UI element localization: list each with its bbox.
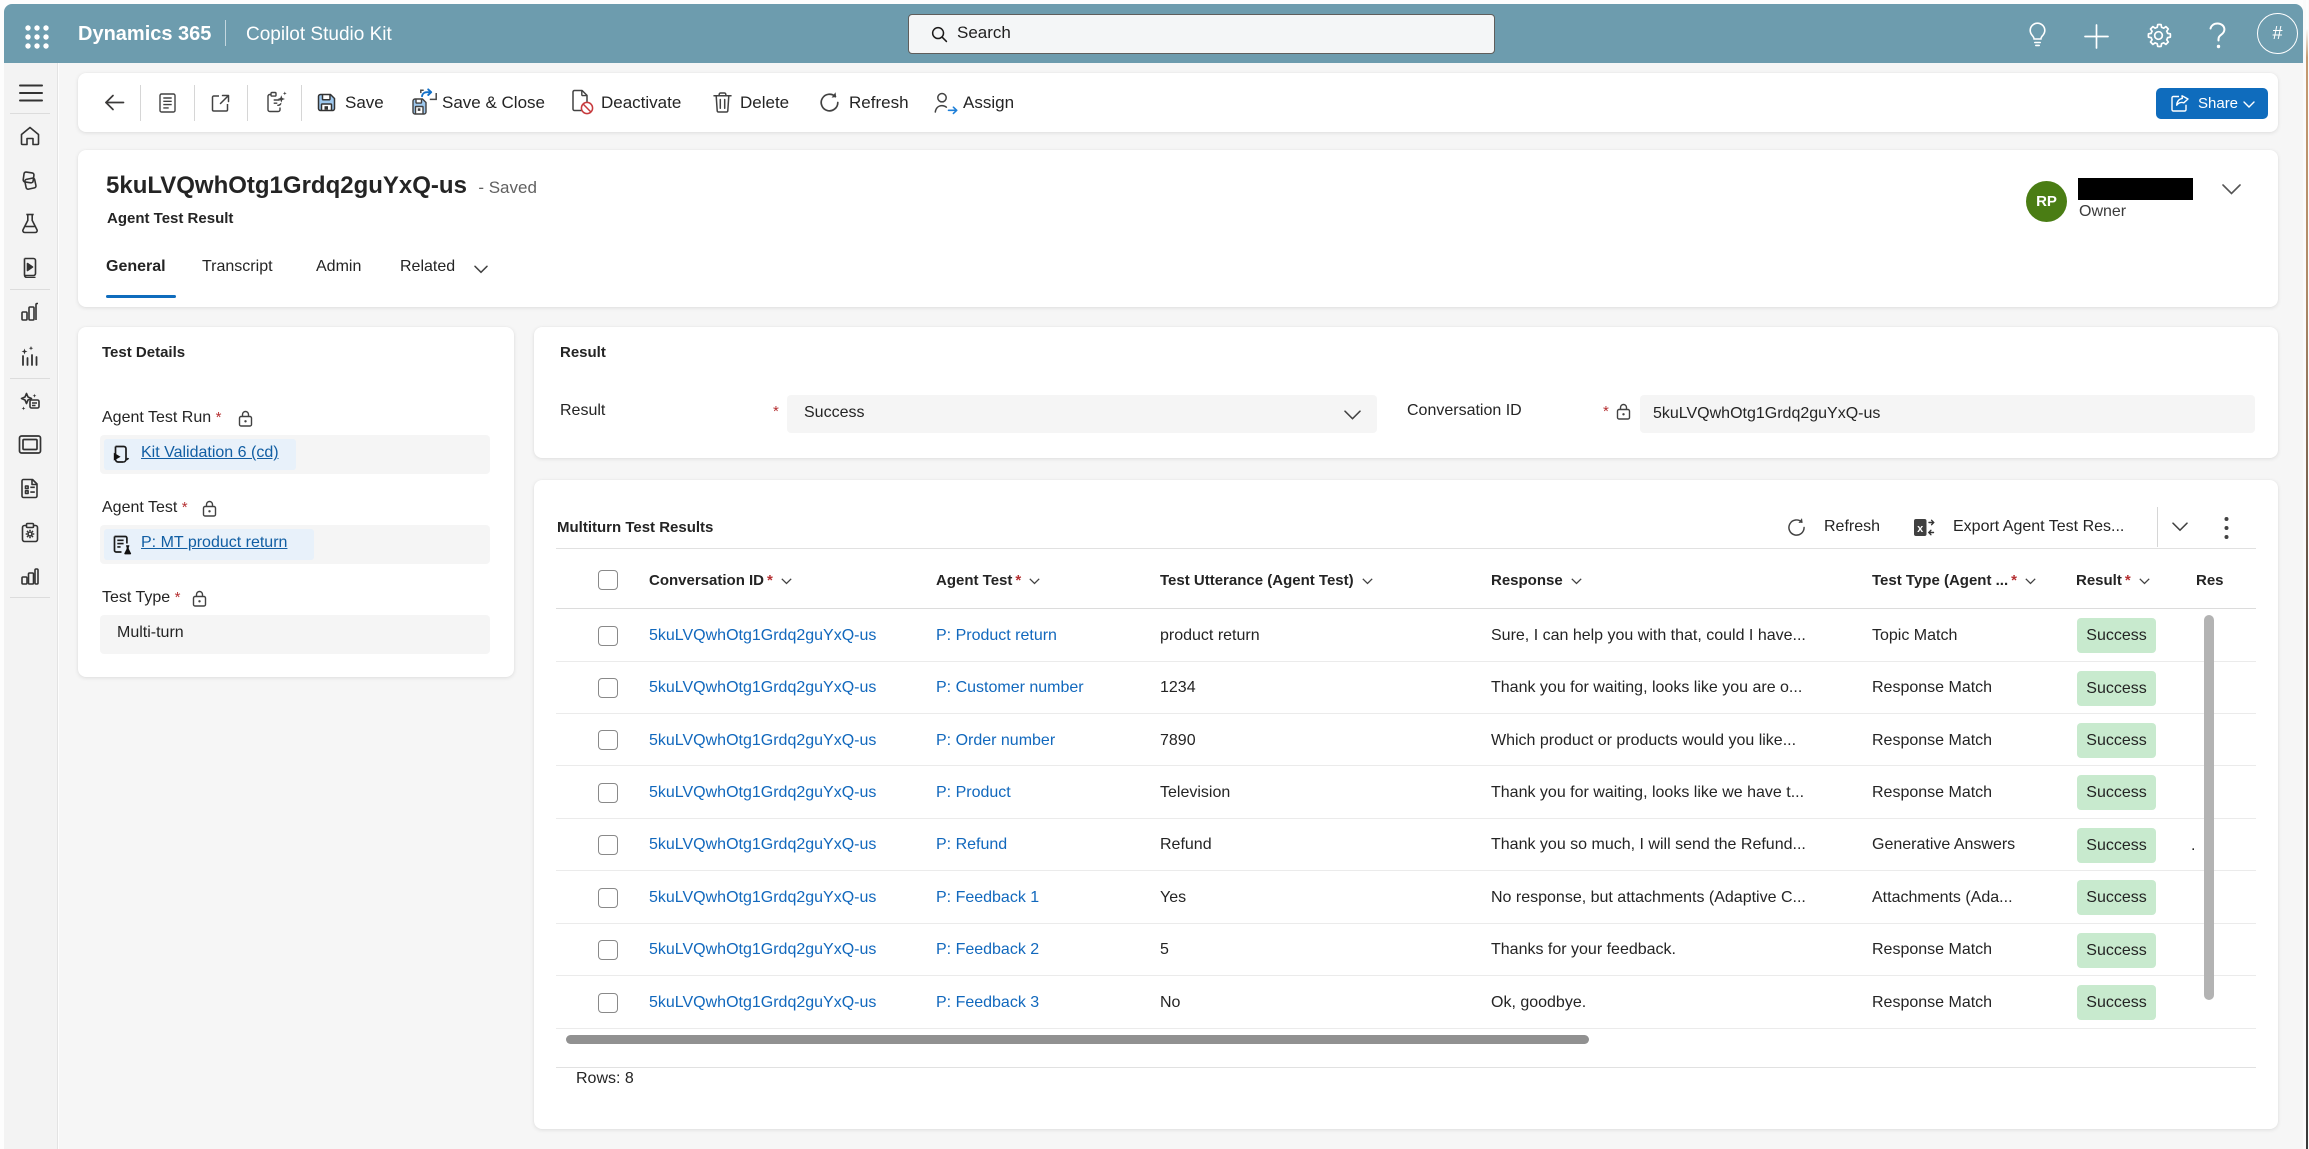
svg-text:x: x [1917,523,1924,535]
